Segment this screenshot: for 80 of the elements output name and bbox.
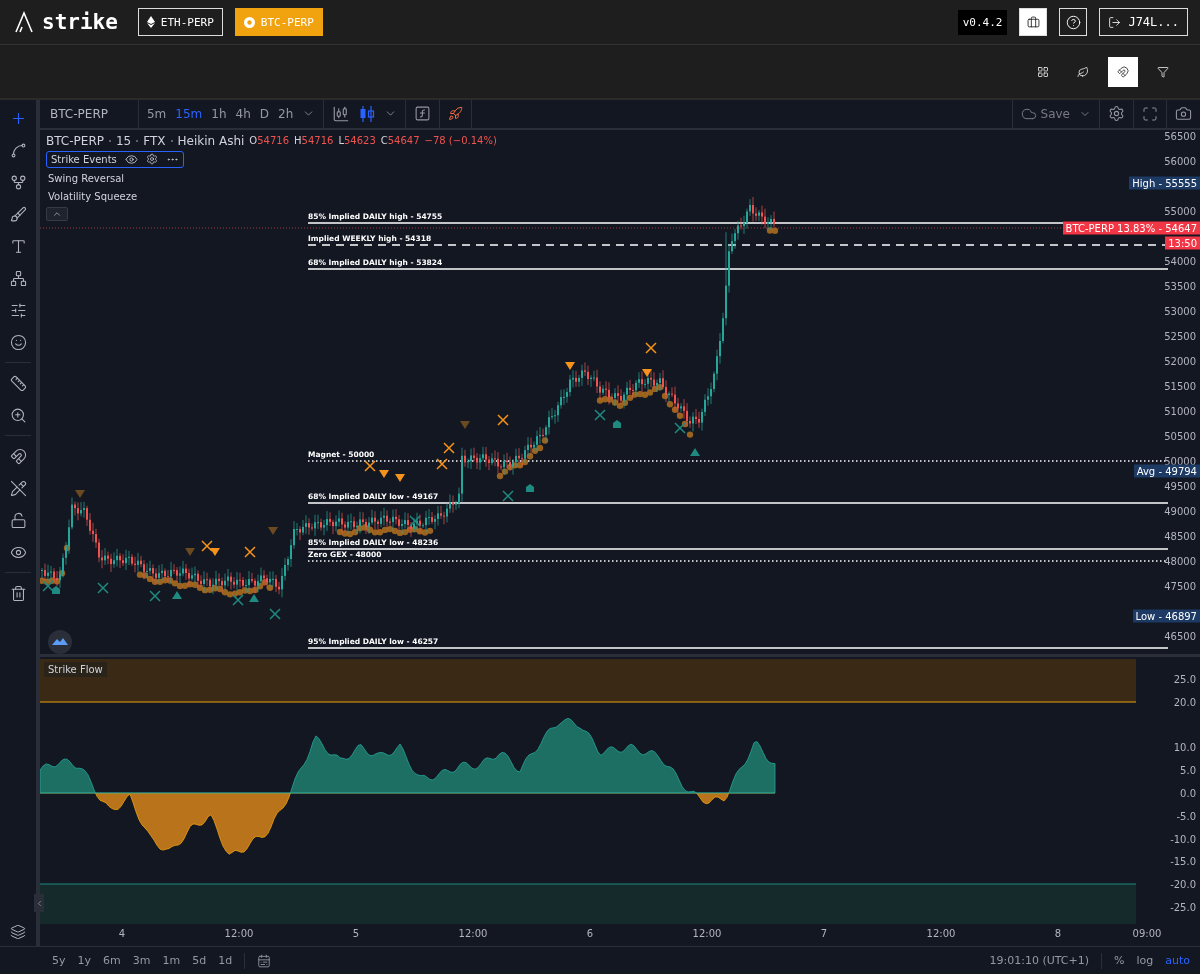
price-tick: 48500 xyxy=(1164,530,1196,542)
oscillator-tick: 25.0 xyxy=(1173,673,1196,685)
time-tick: 09:00 xyxy=(1132,928,1162,940)
logo-text: strike xyxy=(42,10,118,34)
price-change: −78 (−0.14%) xyxy=(424,135,497,147)
price-tick: 50500 xyxy=(1164,430,1196,442)
oscillator-tick: -25.0 xyxy=(1170,901,1196,913)
last-price-badge: BTC-PERP 13.83% - 54647 xyxy=(1062,221,1200,235)
interval-button[interactable]: 15m xyxy=(175,107,203,121)
price-tick: 56500 xyxy=(1164,130,1196,142)
price-tick: 49000 xyxy=(1164,505,1196,517)
range-button[interactable]: 1d xyxy=(218,954,233,967)
range-button[interactable]: 5d xyxy=(192,954,207,967)
interval-button[interactable]: 4h xyxy=(235,107,251,121)
interval-button[interactable]: D xyxy=(259,107,269,121)
oscillator-tick: -5.0 xyxy=(1176,810,1196,822)
time-tick: 12:00 xyxy=(692,928,722,940)
time-tick: 4 xyxy=(118,928,126,940)
oscillator-tick: -15.0 xyxy=(1170,855,1196,867)
scale-toggle[interactable]: log xyxy=(1136,954,1154,967)
time-tick: 12:00 xyxy=(458,928,488,940)
interval-button[interactable]: 5m xyxy=(146,107,167,121)
oscillator-tick: 5.0 xyxy=(1180,764,1196,776)
oscillator-tick: -10.0 xyxy=(1170,833,1196,845)
oscillator-tick: 0.0 xyxy=(1180,787,1196,799)
price-tick: 53000 xyxy=(1164,305,1196,317)
oscillator-tick: 20.0 xyxy=(1173,696,1196,708)
market-tab[interactable]: ETH-PERP xyxy=(137,8,223,36)
ohlc-value: L54623 xyxy=(338,135,376,147)
price-tick: 47500 xyxy=(1164,580,1196,592)
price-tick: 52500 xyxy=(1164,330,1196,342)
time-tick: 6 xyxy=(586,928,594,940)
time-tick: 5 xyxy=(352,928,360,940)
interval-button[interactable]: 2h xyxy=(278,107,294,121)
ohlc-value: H54716 xyxy=(294,135,334,147)
version-badge: v0.4.2 xyxy=(957,9,1008,35)
symbol-search[interactable]: BTC-PERP xyxy=(48,107,130,121)
price-tick: 49500 xyxy=(1164,480,1196,492)
scale-toggle[interactable]: auto xyxy=(1165,954,1190,967)
legend-interval: 15 xyxy=(115,133,132,148)
time-tick: 12:00 xyxy=(926,928,956,940)
price-tick: 53500 xyxy=(1164,280,1196,292)
legend-exchange: FTX xyxy=(143,133,166,148)
oscillator-tick: 10.0 xyxy=(1173,741,1196,753)
price-tick: 54000 xyxy=(1164,255,1196,267)
price-tick: 52000 xyxy=(1164,355,1196,367)
range-button[interactable]: 6m xyxy=(103,954,121,967)
countdown-badge: 13:50 xyxy=(1165,236,1200,250)
indicator-legend[interactable]: Strike Events xyxy=(46,150,184,168)
price-badge: Avg - 49794 xyxy=(1133,464,1200,478)
legend-symbol: BTC-PERP xyxy=(46,133,104,148)
clock: 19:01:10 (UTC+1) xyxy=(989,954,1089,967)
price-tick: 55000 xyxy=(1164,205,1196,217)
indicator-name: Strike Events xyxy=(51,153,117,165)
oscillator-title: Strike Flow xyxy=(44,662,107,678)
price-badge: High - 55555 xyxy=(1129,176,1200,190)
legend-chart-type: Heikin Ashi xyxy=(177,133,245,148)
interval-button[interactable]: 1h xyxy=(211,107,227,121)
price-tick: 56000 xyxy=(1164,155,1196,167)
price-tick: 51000 xyxy=(1164,405,1196,417)
time-tick: 7 xyxy=(820,928,828,940)
indicator-name: Volatility Squeeze xyxy=(47,189,139,204)
ohlc-value: C54647 xyxy=(380,135,420,147)
time-tick: 8 xyxy=(1054,928,1062,940)
account-button[interactable]: J74L... xyxy=(1099,8,1188,36)
indicator-name: Swing Reversal xyxy=(47,171,126,186)
scale-toggle[interactable]: % xyxy=(1114,954,1125,967)
price-tick: 48000 xyxy=(1164,555,1196,567)
oscillator-tick: -20.0 xyxy=(1170,878,1196,890)
price-tick: 46500 xyxy=(1164,630,1196,642)
price-tick: 50000 xyxy=(1164,455,1196,467)
save-button[interactable]: Save xyxy=(1020,106,1070,122)
price-tick: 51500 xyxy=(1164,380,1196,392)
range-button[interactable]: 1y xyxy=(77,954,92,967)
range-button[interactable]: 1m xyxy=(162,954,181,967)
range-button[interactable]: 5y xyxy=(52,954,66,967)
time-tick: 12:00 xyxy=(224,928,254,940)
ohlc-value: O54716 xyxy=(249,135,290,147)
range-button[interactable]: 3m xyxy=(132,954,151,967)
price-badge: Low - 46897 xyxy=(1132,609,1200,623)
